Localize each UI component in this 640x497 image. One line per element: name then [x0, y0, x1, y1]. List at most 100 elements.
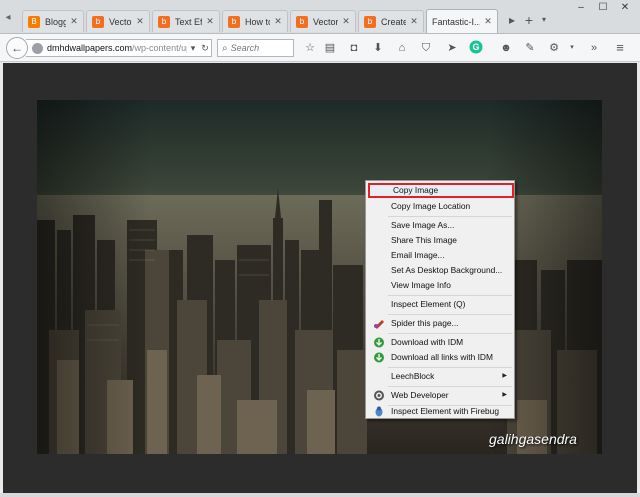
url-host: dmhdwallpapers.com — [47, 43, 133, 53]
reload-icon[interactable]: ↻ — [199, 43, 211, 54]
grammarly-icon[interactable]: G — [468, 40, 484, 56]
menu-item-label: Download with IDM — [391, 337, 464, 347]
search-box[interactable]: ⌕ — [217, 39, 294, 57]
menu-item-download-all-links-with-idm[interactable]: Download all links with IDM — [368, 350, 514, 365]
context-menu: Copy Image Copy Image Location Save Imag… — [365, 180, 515, 419]
pocket-icon[interactable]: ◘ — [346, 40, 362, 56]
menu-item-share-this-image[interactable]: Share This Image — [368, 233, 514, 248]
orange-b-icon: b — [92, 15, 104, 28]
orange-b-icon: b — [364, 15, 376, 28]
menu-item-label: Copy Image Location — [391, 201, 471, 211]
page-content — [3, 63, 637, 493]
list-tabs-icon[interactable]: ▾ — [538, 12, 550, 28]
maximize-icon[interactable]: ☐ — [592, 2, 614, 14]
web-developer-icon — [374, 390, 384, 401]
close-icon[interactable]: ✕ — [483, 16, 493, 27]
smiley-icon[interactable]: ☻ — [498, 40, 514, 56]
spider-icon — [374, 320, 384, 329]
tab-title: Vector - ... — [109, 16, 132, 27]
url-path: /wp-content/up — [132, 43, 187, 53]
close-icon[interactable]: ✕ — [273, 16, 283, 27]
menu-item-save-image-as[interactable]: Save Image As... — [368, 218, 514, 233]
menu-item-label: Download all links with IDM — [391, 352, 493, 362]
tab-2[interactable]: b Vector - ... ✕ — [86, 10, 150, 32]
menu-item-label: Copy Image — [393, 185, 439, 195]
menu-item-label: View Image Info — [391, 280, 451, 290]
tab-scroll-right-icon[interactable]: ▸ — [506, 12, 518, 28]
url-text[interactable]: dmhdwallpapers.com/wp-content/up — [47, 43, 187, 53]
send-icon[interactable]: ➤ — [444, 40, 460, 56]
firebug-toolbar-icon[interactable]: ✎ — [522, 40, 538, 56]
tab-scroll-left-icon[interactable]: ◂ — [3, 12, 13, 24]
tab-3[interactable]: b Text Effec... ✕ — [152, 10, 220, 32]
menu-item-label: Web Developer — [391, 390, 449, 400]
menu-item-set-as-desktop-background[interactable]: Set As Desktop Background... — [368, 263, 514, 278]
close-icon[interactable]: ✕ — [135, 16, 145, 27]
city-photo[interactable] — [37, 100, 602, 454]
window-close-icon[interactable]: ✕ — [614, 2, 636, 14]
orange-b-icon: b — [158, 15, 170, 28]
menu-separator — [388, 386, 512, 387]
new-tab-icon[interactable]: + — [522, 12, 536, 28]
menu-item-inspect-element-with-firebug[interactable]: Inspect Element with Firebug — [368, 404, 514, 419]
menu-item-inspect-element[interactable]: Inspect Element (Q) — [368, 297, 514, 312]
menu-item-email-image[interactable]: Email Image... — [368, 248, 514, 263]
download-icon[interactable]: ⬇ — [370, 40, 386, 56]
menu-separator — [388, 216, 512, 217]
menu-separator — [388, 367, 512, 368]
menu-item-leechblock[interactable]: LeechBlock ▶ — [368, 369, 514, 384]
close-icon[interactable]: ✕ — [341, 16, 351, 27]
menu-item-label: Share This Image — [391, 235, 457, 245]
bookmark-star-icon[interactable]: ☆ — [302, 40, 318, 56]
search-input[interactable] — [230, 43, 287, 53]
submenu-arrow-icon: ▶ — [502, 392, 507, 398]
menu-icon[interactable]: ≡ — [612, 40, 628, 56]
search-icon: ⌕ — [222, 42, 228, 54]
shield-icon[interactable]: ⛉ — [418, 40, 434, 56]
menu-item-label: Email Image... — [391, 250, 445, 260]
overflow-icon[interactable]: » — [586, 40, 602, 56]
tab-active[interactable]: Fantastic-I... ✕ — [426, 9, 498, 33]
chevron-down-icon[interactable]: ▾ — [564, 40, 580, 56]
menu-item-copy-image-location[interactable]: Copy Image Location — [368, 199, 514, 214]
reading-list-icon[interactable]: ▤ — [322, 40, 338, 56]
menu-separator — [388, 314, 512, 315]
menu-item-spider-this-page[interactable]: Spider this page... — [368, 316, 514, 331]
city-photo-svg — [37, 100, 602, 454]
firebug-icon — [375, 406, 383, 417]
tab-4[interactable]: b How to C... ✕ — [222, 10, 288, 32]
menu-separator — [388, 333, 512, 334]
dropdown-icon[interactable]: ▾ — [187, 43, 199, 54]
grammarly-icon-svg: G — [469, 40, 483, 54]
svg-text:G: G — [472, 42, 479, 52]
close-icon[interactable]: ✕ — [409, 16, 419, 27]
window-bottom-edge — [0, 493, 640, 497]
menu-item-web-developer[interactable]: Web Developer ▶ — [368, 388, 514, 403]
minimize-icon[interactable]: – — [570, 2, 592, 14]
idm-icon — [374, 352, 384, 363]
back-button[interactable]: ← — [6, 37, 28, 59]
menu-item-label: Spider this page... — [391, 318, 459, 328]
idm-icon — [374, 337, 384, 348]
tab-title: Fantastic-I... — [432, 16, 480, 27]
watermark-text: galihgasendra — [489, 431, 577, 447]
globe-icon — [32, 42, 43, 54]
tab-1[interactable]: B Blogger: ... ✕ — [22, 10, 84, 32]
menu-item-copy-image[interactable]: Copy Image — [368, 183, 514, 198]
tab-title: Blogger: ... — [45, 16, 66, 27]
url-bar[interactable]: dmhdwallpapers.com/wp-content/up ▾ ↻ — [26, 39, 212, 57]
tab-title: How to C... — [245, 16, 270, 27]
tab-title: Vector - ... — [313, 16, 338, 27]
home-icon[interactable]: ⌂ — [394, 40, 410, 56]
orange-b-icon: b — [296, 15, 308, 28]
tab-6[interactable]: b Create a ... ✕ — [358, 10, 424, 32]
menu-item-download-with-idm[interactable]: Download with IDM — [368, 335, 514, 350]
web-developer-toolbar-icon[interactable]: ⚙ — [546, 40, 562, 56]
tab-strip: ◂ B Blogger: ... ✕ b Vector - ... ✕ b Te… — [0, 0, 640, 34]
tab-5[interactable]: b Vector - ... ✕ — [290, 10, 356, 32]
close-icon[interactable]: ✕ — [69, 16, 79, 27]
close-icon[interactable]: ✕ — [205, 16, 215, 27]
menu-item-view-image-info[interactable]: View Image Info — [368, 278, 514, 293]
tab-title: Text Effec... — [175, 16, 202, 27]
navigation-toolbar: dmhdwallpapers.com/wp-content/up ▾ ↻ ← ⌕… — [0, 34, 640, 62]
